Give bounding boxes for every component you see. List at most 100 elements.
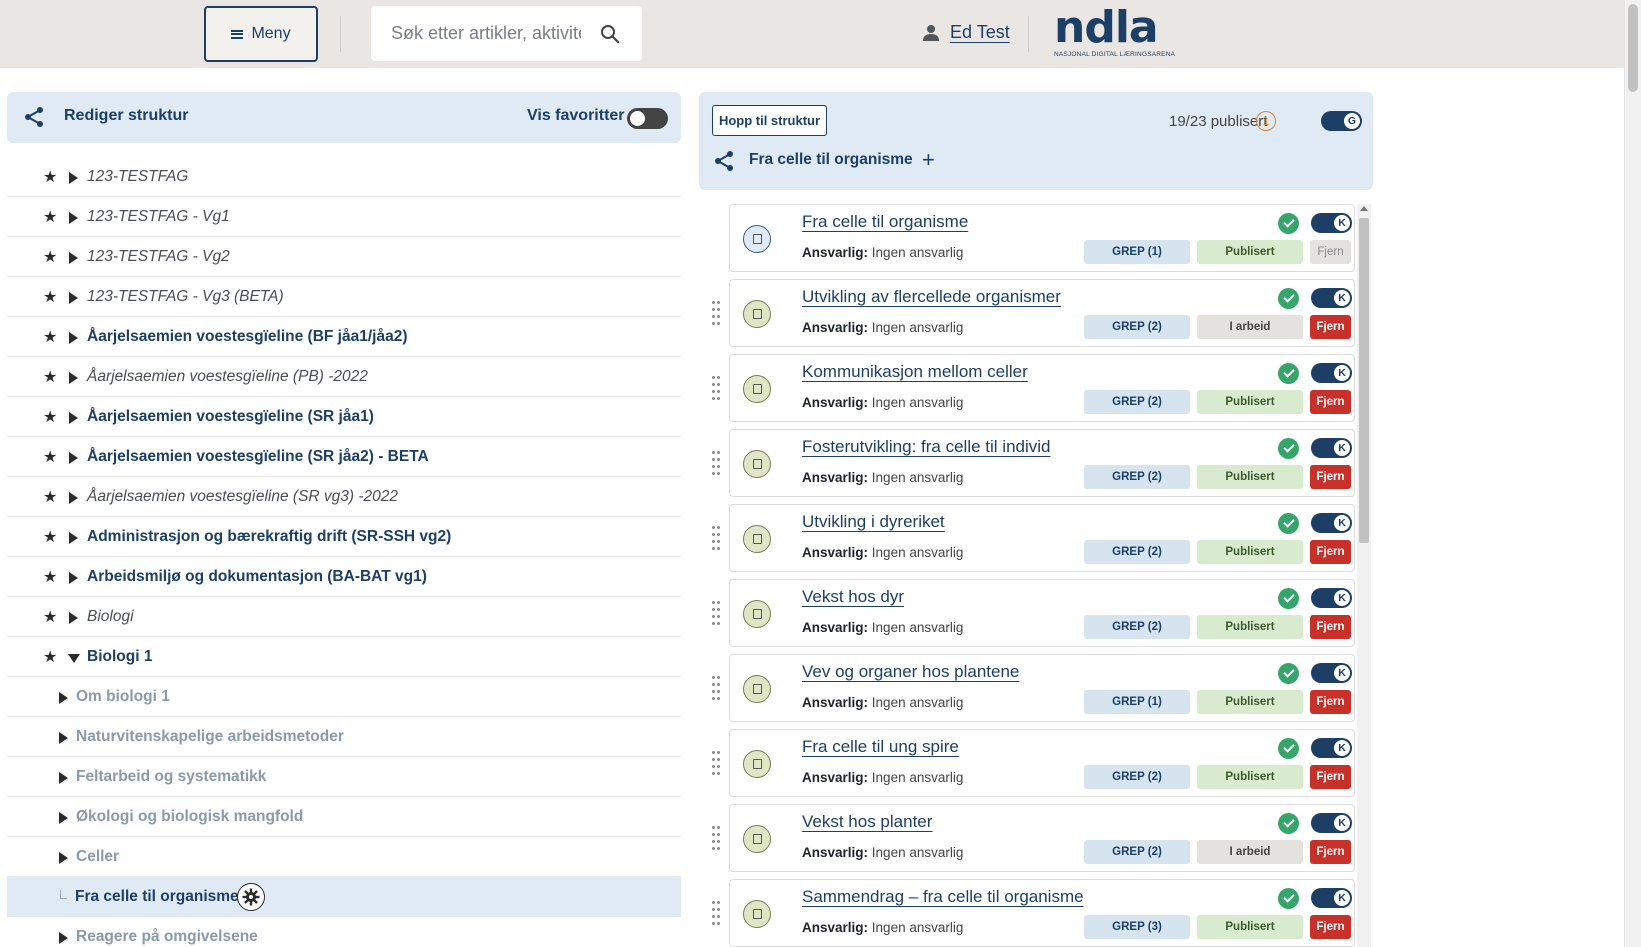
tree-row[interactable]: ★ 123-TESTFAG - Vg1 xyxy=(7,197,681,237)
drag-handle[interactable] xyxy=(712,451,720,475)
favorite-star-icon[interactable]: ★ xyxy=(43,527,57,547)
tree-item-label[interactable]: Administrasjon og bærekraftig drift (SR-… xyxy=(87,528,451,546)
visibility-toggle[interactable]: K xyxy=(1311,213,1352,233)
grep-badge[interactable]: GREP (3) xyxy=(1084,915,1190,939)
grep-badge[interactable]: GREP (2) xyxy=(1084,840,1190,864)
tree-item-label[interactable]: Reagere på omgivelsene xyxy=(76,928,258,946)
status-badge[interactable]: Publisert xyxy=(1197,915,1303,939)
caret-right-icon[interactable] xyxy=(69,452,78,464)
resource-title-link[interactable]: Sammendrag – fra celle til organisme xyxy=(802,887,1084,907)
caret-right-icon[interactable] xyxy=(59,692,68,704)
status-badge[interactable]: I arbeid xyxy=(1197,840,1303,864)
menu-button[interactable]: Meny xyxy=(204,6,318,62)
caret-right-icon[interactable] xyxy=(59,772,68,784)
grep-badge[interactable]: GREP (2) xyxy=(1084,465,1190,489)
caret-right-icon[interactable] xyxy=(69,292,78,304)
tree-row[interactable]: ★ Arbeidsmiljø og dokumentasjon (BA-BAT v… xyxy=(7,557,681,597)
remove-button[interactable]: Fjern xyxy=(1310,765,1351,789)
visibility-toggle[interactable]: K xyxy=(1311,738,1352,758)
tree-item-label[interactable]: Om biologi 1 xyxy=(76,688,170,706)
tree-item-label[interactable]: Naturvitenskapelige arbeidsmetoder xyxy=(76,728,344,746)
scroll-up-arrow-icon[interactable] xyxy=(1360,206,1368,211)
jump-to-structure-button[interactable]: Hopp til struktur xyxy=(712,105,827,136)
caret-right-icon[interactable] xyxy=(59,732,68,744)
status-badge[interactable]: Publisert xyxy=(1197,540,1303,564)
drag-handle[interactable] xyxy=(712,901,720,925)
visibility-toggle[interactable]: K xyxy=(1311,588,1352,608)
caret-right-icon[interactable] xyxy=(69,172,78,184)
favorite-star-icon[interactable]: ★ xyxy=(43,487,57,507)
tree-item-label[interactable]: Arbeidsmiljø og dokumentasjon (BA-BAT vg… xyxy=(87,568,427,586)
caret-right-icon[interactable] xyxy=(69,332,78,344)
remove-button[interactable]: Fjern xyxy=(1310,915,1351,939)
favorite-star-icon[interactable]: ★ xyxy=(43,167,57,187)
status-badge[interactable]: Publisert xyxy=(1197,465,1303,489)
tree-row[interactable]: ★ Åarjelsaemien voestesgïeline (SR jåa1) xyxy=(7,397,681,437)
caret-right-icon[interactable] xyxy=(59,932,68,944)
caret-right-icon[interactable] xyxy=(69,532,78,544)
favorite-star-icon[interactable]: ★ xyxy=(43,287,57,307)
caret-right-icon[interactable] xyxy=(69,492,78,504)
tree-item-label[interactable]: Feltarbeid og systematikk xyxy=(76,768,266,786)
remove-button[interactable]: Fjern xyxy=(1310,690,1351,714)
tree-row[interactable]: ★ Administrasjon og bærekraftig drift (SR… xyxy=(7,517,681,557)
drag-handle[interactable] xyxy=(712,601,720,625)
remove-button[interactable]: Fjern xyxy=(1310,390,1351,414)
grep-toggle[interactable]: G xyxy=(1321,111,1362,131)
remove-button[interactable]: Fjern xyxy=(1310,540,1351,564)
tree-item-label[interactable]: 123-TESTFAG - Vg1 xyxy=(87,208,230,226)
resource-title-link[interactable]: Fra celle til organisme xyxy=(802,212,968,232)
remove-button[interactable]: Fjern xyxy=(1310,465,1351,489)
resource-title-link[interactable]: Fra celle til ung spire xyxy=(802,737,959,757)
caret-right-icon[interactable] xyxy=(59,812,68,824)
resource-title-link[interactable]: Vekst hos planter xyxy=(802,812,932,832)
page-scrollbar-thumb[interactable] xyxy=(1628,4,1638,92)
favorite-star-icon[interactable]: ★ xyxy=(43,327,57,347)
search-input[interactable]: Søk etter artikler, aktiviteter eller op… xyxy=(371,6,642,61)
remove-button[interactable]: Fjern xyxy=(1310,615,1351,639)
ndla-logo[interactable]: ndla NASJONAL DIGITAL LÆRINGSARENA xyxy=(1054,6,1178,59)
user-menu[interactable]: Ed Test xyxy=(922,22,1010,43)
tree-row[interactable]: Økologi og biologisk mangfold xyxy=(7,797,681,837)
favorite-star-icon[interactable]: ★ xyxy=(43,607,57,627)
favorite-star-icon[interactable]: ★ xyxy=(43,447,57,467)
resource-title-link[interactable]: Fosterutvikling: fra celle til individ xyxy=(802,437,1050,457)
resource-list-scrollbar-thumb[interactable] xyxy=(1359,218,1369,543)
favorite-star-icon[interactable]: ★ xyxy=(43,367,57,387)
visibility-toggle[interactable]: K xyxy=(1311,888,1352,908)
tree-row[interactable]: ★ Åarjelsaemien voestesgïeline (BF jåa1/j… xyxy=(7,317,681,357)
status-badge[interactable]: Publisert xyxy=(1197,615,1303,639)
tree-item-label[interactable]: Celler xyxy=(76,848,119,866)
caret-right-icon[interactable] xyxy=(69,212,78,224)
tree-row[interactable]: ★ Åarjelsaemien voestesgïeline (SR vg3) -… xyxy=(7,477,681,517)
grep-badge[interactable]: GREP (2) xyxy=(1084,765,1190,789)
add-resource-button[interactable]: + xyxy=(922,147,935,173)
status-badge[interactable]: Publisert xyxy=(1197,690,1303,714)
favorite-star-icon[interactable]: ★ xyxy=(43,207,57,227)
status-badge[interactable]: Publisert xyxy=(1197,240,1303,264)
caret-right-icon[interactable] xyxy=(69,252,78,264)
favorite-star-icon[interactable]: ★ xyxy=(43,567,57,587)
settings-button[interactable] xyxy=(237,883,265,911)
tree-row[interactable]: Feltarbeid og systematikk xyxy=(7,757,681,797)
grep-badge[interactable]: GREP (1) xyxy=(1084,240,1190,264)
status-badge[interactable]: Publisert xyxy=(1197,765,1303,789)
tree-row[interactable]: ★ Åarjelsaemien voestesgïeline (PB) -2022 xyxy=(7,357,681,397)
resource-title-link[interactable]: Utvikling i dyreriket xyxy=(802,512,945,532)
drag-handle[interactable] xyxy=(712,826,720,850)
tree-item-label[interactable]: Fra celle til organisme xyxy=(75,888,239,906)
grep-badge[interactable]: GREP (2) xyxy=(1084,540,1190,564)
tree-row[interactable]: ★ 123-TESTFAG - Vg2 xyxy=(7,237,681,277)
visibility-toggle[interactable]: K xyxy=(1311,813,1352,833)
drag-handle[interactable] xyxy=(712,376,720,400)
tree-item-label[interactable]: 123-TESTFAG - Vg3 (BETA) xyxy=(87,288,284,306)
warning-badge[interactable]: 1 xyxy=(1256,111,1276,131)
drag-handle[interactable] xyxy=(712,301,720,325)
drag-handle[interactable] xyxy=(712,751,720,775)
resource-title-link[interactable]: Utvikling av flercellede organismer xyxy=(802,287,1061,307)
grep-badge[interactable]: GREP (2) xyxy=(1084,390,1190,414)
visibility-toggle[interactable]: K xyxy=(1311,663,1352,683)
tree-item-label[interactable]: Biologi xyxy=(87,608,134,626)
tree-row[interactable]: Reagere på omgivelsene xyxy=(7,917,681,947)
tree-row[interactable]: Fra celle til organisme xyxy=(7,877,681,917)
